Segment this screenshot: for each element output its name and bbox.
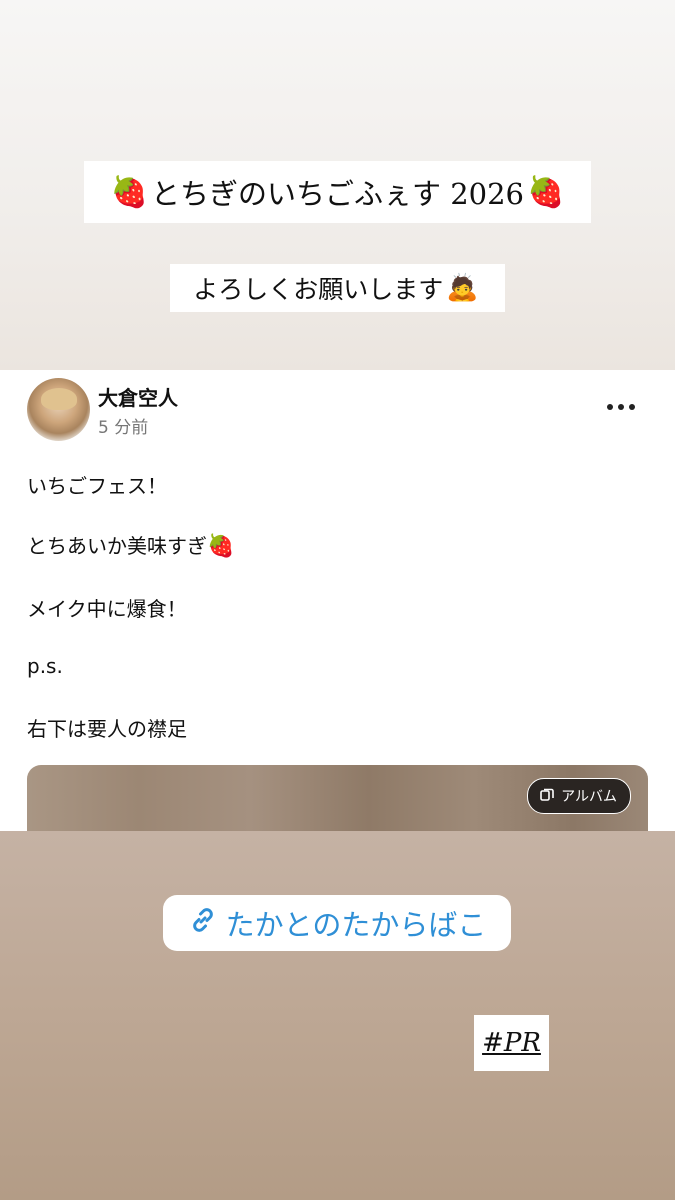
more-dot	[629, 404, 635, 410]
pr-hashtag-sticker[interactable]: #PR	[474, 1015, 549, 1071]
post-text-line: とちあいか美味すぎ🍓	[27, 530, 234, 559]
more-options-icon[interactable]	[598, 392, 644, 422]
more-dot	[607, 404, 613, 410]
post-text-line-content: とちあいか美味すぎ	[27, 534, 207, 558]
post-text-line: いちごフェス！	[27, 474, 167, 498]
strawberry-emoji-icon: 🍓	[527, 174, 565, 210]
bowing-person-emoji-icon: 🙇	[446, 273, 479, 303]
post-text-line: メイク中に爆食！	[27, 597, 187, 621]
strawberry-emoji-icon: 🍓	[207, 534, 235, 559]
story-subtitle-text: よろしくお願いします	[193, 275, 444, 304]
avatar[interactable]	[27, 378, 90, 441]
shared-post-card[interactable]: 大倉空人 5 分前 いちごフェス！ とちあいか美味すぎ🍓 メイク中に爆食！ p.…	[0, 370, 675, 831]
story-subtitle-caption: よろしくお願いします 🙇	[170, 264, 505, 312]
story-title-caption: 🍓 とちぎのいちごふぇす 2026 🍓	[84, 161, 591, 223]
link-sticker-label: たかとのたからばこ	[225, 908, 487, 942]
album-badge[interactable]: アルバム	[527, 778, 631, 814]
strawberry-emoji-icon: 🍓	[110, 174, 148, 210]
story-title-text: とちぎのいちごふぇす 2026	[150, 177, 525, 211]
album-badge-label: アルバム	[561, 789, 617, 805]
album-stack-icon	[540, 787, 555, 806]
post-author-name[interactable]: 大倉空人	[98, 382, 178, 411]
post-text-line: 右下は要人の襟足	[27, 717, 187, 741]
post-text-line: p.s.	[27, 654, 63, 678]
post-timestamp: 5 分前	[98, 418, 149, 438]
link-sticker[interactable]: たかとのたからばこ	[163, 895, 511, 951]
story-bottom-background	[0, 831, 675, 1200]
post-photo[interactable]: アルバム	[27, 765, 648, 831]
more-dot	[618, 404, 624, 410]
link-icon	[188, 905, 218, 942]
